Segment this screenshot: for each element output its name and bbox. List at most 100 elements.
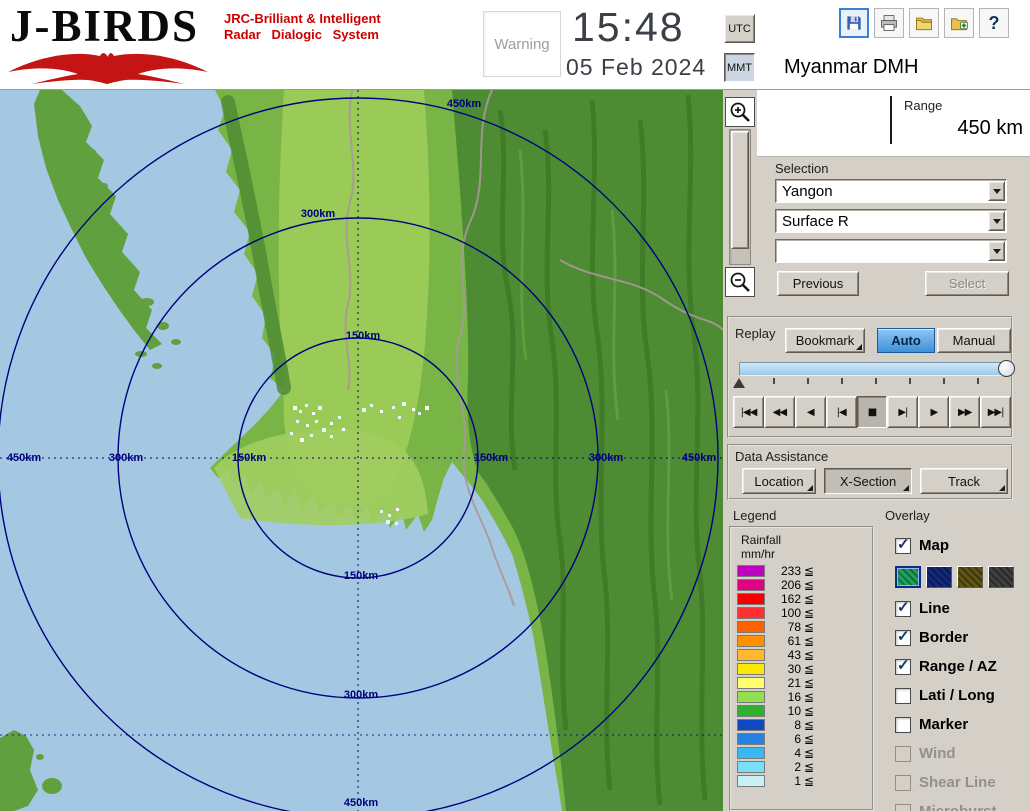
- fast-forward-button[interactable]: ▶▶: [949, 396, 980, 428]
- site-combobox-dropdown-button[interactable]: [988, 181, 1005, 201]
- replay-label: Replay: [735, 326, 775, 341]
- extra-combobox[interactable]: [775, 239, 1007, 263]
- zoom-in-button[interactable]: [725, 97, 755, 127]
- radar-echo: [418, 412, 421, 415]
- zoom-slider-thumb[interactable]: [731, 131, 749, 249]
- map-style-swatch-4[interactable]: [988, 566, 1014, 588]
- checkbox-lati-long[interactable]: [895, 688, 911, 704]
- extra-combobox-dropdown-button[interactable]: [988, 241, 1005, 261]
- select-button[interactable]: Select: [925, 271, 1009, 296]
- less-equal-icon: ≦: [804, 592, 814, 606]
- timeline-slider-thumb[interactable]: [998, 360, 1015, 377]
- track-button-label: Track: [948, 474, 980, 489]
- range-label: Range: [904, 98, 942, 113]
- play-reverse-button[interactable]: ◀: [795, 396, 826, 428]
- rainfall-threshold-value: 16: [765, 690, 801, 704]
- warning-label: Warning: [494, 36, 549, 53]
- station-name: Myanmar DMH: [784, 56, 918, 79]
- clock-time: 15:48: [572, 4, 685, 51]
- help-button[interactable]: ?: [979, 8, 1009, 38]
- bookmark-button[interactable]: Bookmark: [785, 328, 865, 353]
- track-button[interactable]: Track: [920, 468, 1008, 494]
- radar-echo: [305, 404, 308, 407]
- zoom-out-icon: [728, 270, 752, 294]
- timeline-tick: [875, 378, 877, 384]
- rainfall-threshold-value: 61: [765, 634, 801, 648]
- radar-map[interactable]: 450km300km150km450km300km150km150km300km…: [0, 90, 723, 811]
- rainfall-threshold-value: 206: [765, 578, 801, 592]
- site-combobox-value: Yangon: [782, 183, 833, 200]
- map-style-swatch-1[interactable]: [895, 566, 921, 588]
- manual-mode-button[interactable]: Manual: [937, 328, 1011, 353]
- skip-to-end-button[interactable]: ▶▶|: [980, 396, 1011, 428]
- map-style-swatch-3[interactable]: [957, 566, 983, 588]
- timeline-tick: [909, 378, 911, 384]
- rainfall-threshold-value: 43: [765, 648, 801, 662]
- rainfall-color-swatch: [737, 691, 765, 703]
- overlay-item-label: Microburst: [919, 803, 997, 811]
- product-combobox-value: Surface R: [782, 213, 849, 230]
- selection-label: Selection: [775, 161, 828, 176]
- timeline-tick: [807, 378, 809, 384]
- stop-button[interactable]: ■: [857, 396, 888, 428]
- corner-arrow-icon: [807, 485, 813, 491]
- radar-echo: [392, 406, 395, 409]
- radar-echo: [425, 406, 429, 410]
- radar-map-area[interactable]: 450km300km150km450km300km150km150km300km…: [0, 90, 723, 811]
- timezone-mmt-button[interactable]: MMT: [724, 53, 755, 82]
- legend-rows: 233≦206≦162≦100≦78≦61≦43≦30≦21≦16≦10≦8≦6…: [737, 564, 867, 788]
- range-ring-label: 300km: [109, 452, 143, 464]
- overlay-item-lati-long: Lati / Long: [895, 681, 1029, 710]
- checkbox-border[interactable]: ✓: [895, 630, 911, 646]
- step-back-button[interactable]: |◀: [826, 396, 857, 428]
- range-ring-label: 450km: [344, 797, 378, 809]
- site-combobox[interactable]: Yangon: [775, 179, 1007, 203]
- legend-row: 206≦: [737, 578, 867, 592]
- step-forward-button[interactable]: ▶|: [887, 396, 918, 428]
- folder-open-icon: [914, 13, 934, 33]
- product-combobox[interactable]: Surface R: [775, 209, 1007, 233]
- checkbox-shear-line: [895, 775, 911, 791]
- fast-rewind-button[interactable]: ◀◀: [764, 396, 795, 428]
- map-style-swatch-2[interactable]: [926, 566, 952, 588]
- radar-echo: [299, 410, 302, 413]
- checkbox-marker[interactable]: [895, 717, 911, 733]
- radar-echo: [290, 432, 293, 435]
- range-ring-label: 150km: [344, 570, 378, 582]
- less-equal-icon: ≦: [804, 718, 814, 732]
- overlay-item-label: Map: [919, 537, 949, 554]
- play-button[interactable]: ▶: [918, 396, 949, 428]
- export-button[interactable]: [944, 8, 974, 38]
- help-icon: ?: [989, 13, 1000, 34]
- zoom-slider-track[interactable]: [729, 129, 751, 265]
- open-folder-button[interactable]: [909, 8, 939, 38]
- x-section-button[interactable]: X-Section: [824, 468, 912, 494]
- checkbox-line[interactable]: ✓: [895, 601, 911, 617]
- radar-echo: [398, 416, 401, 419]
- overlay-item-wind: Wind: [895, 739, 1029, 768]
- checkbox-range-az[interactable]: ✓: [895, 659, 911, 675]
- auto-mode-button[interactable]: Auto: [877, 328, 935, 353]
- save-button[interactable]: [839, 8, 869, 38]
- timezone-utc-button[interactable]: UTC: [724, 14, 755, 43]
- zoom-out-button[interactable]: [725, 267, 755, 297]
- legend-row: 162≦: [737, 592, 867, 606]
- skip-to-start-button[interactable]: |◀◀: [733, 396, 764, 428]
- checkbox-map[interactable]: ✓: [895, 538, 911, 554]
- print-button[interactable]: [874, 8, 904, 38]
- previous-button[interactable]: Previous: [777, 271, 859, 296]
- warning-indicator[interactable]: Warning: [483, 11, 561, 77]
- range-ring-label: 300km: [301, 208, 335, 220]
- rainfall-threshold-value: 8: [765, 718, 801, 732]
- print-icon: [879, 13, 899, 33]
- legend-title: Legend: [733, 508, 776, 523]
- overlay-item-label: Wind: [919, 745, 956, 762]
- replay-timeline-slider[interactable]: [739, 362, 1007, 376]
- rainfall-threshold-value: 162: [765, 592, 801, 606]
- auto-button-label: Auto: [891, 333, 921, 348]
- checkbox-wind: [895, 746, 911, 762]
- overlay-title: Overlay: [885, 508, 930, 523]
- product-combobox-dropdown-button[interactable]: [988, 211, 1005, 231]
- location-button[interactable]: Location: [742, 468, 816, 494]
- overlay-item-label: Range / AZ: [919, 658, 997, 675]
